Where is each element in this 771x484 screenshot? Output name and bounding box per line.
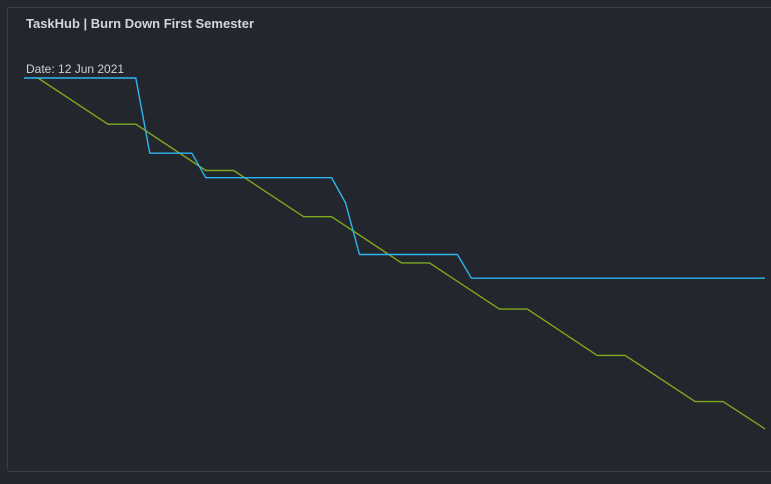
ideal-burndown-line xyxy=(37,77,766,430)
burndown-chart xyxy=(24,77,766,430)
series-layer xyxy=(24,77,766,430)
actual-burndown-line xyxy=(24,77,765,279)
